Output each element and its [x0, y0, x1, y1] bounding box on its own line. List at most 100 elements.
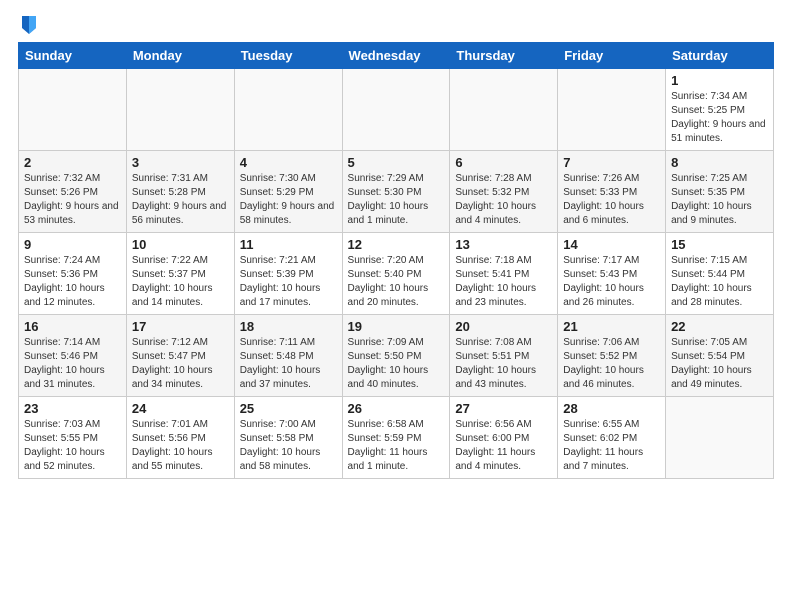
- day-cell: 25 Sunrise: 7:00 AM Sunset: 5:58 PM Dayli…: [234, 397, 342, 479]
- day-cell: 13 Sunrise: 7:18 AM Sunset: 5:41 PM Dayli…: [450, 233, 558, 315]
- day-number: 4: [240, 155, 337, 170]
- day-number: 20: [455, 319, 552, 334]
- day-info: Sunrise: 7:00 AM Sunset: 5:58 PM Dayligh…: [240, 418, 337, 474]
- day-info: Sunrise: 7:21 AM Sunset: 5:39 PM Dayligh…: [240, 254, 337, 310]
- day-number: 2: [24, 155, 121, 170]
- day-info: Sunrise: 6:56 AM Sunset: 6:00 PM Dayligh…: [455, 418, 552, 474]
- day-cell: 3 Sunrise: 7:31 AM Sunset: 5:28 PM Daylig…: [126, 151, 234, 233]
- day-cell: 15 Sunrise: 7:15 AM Sunset: 5:44 PM Dayli…: [666, 233, 774, 315]
- day-cell: 16 Sunrise: 7:14 AM Sunset: 5:46 PM Dayli…: [19, 315, 127, 397]
- day-info: Sunrise: 7:22 AM Sunset: 5:37 PM Dayligh…: [132, 254, 229, 310]
- day-cell: 21 Sunrise: 7:06 AM Sunset: 5:52 PM Dayli…: [558, 315, 666, 397]
- day-number: 28: [563, 401, 660, 416]
- day-info: Sunrise: 7:17 AM Sunset: 5:43 PM Dayligh…: [563, 254, 660, 310]
- day-cell: [19, 69, 127, 151]
- day-cell: 24Sunrise: 7:01 AM Sunset: 5:56 PM Dayli…: [126, 397, 234, 479]
- weekday-monday: Monday: [126, 43, 234, 69]
- day-cell: 28 Sunrise: 6:55 AM Sunset: 6:02 PM Dayli…: [558, 397, 666, 479]
- week-row-2: 2 Sunrise: 7:32 AM Sunset: 5:26 PM Daylig…: [19, 151, 774, 233]
- day-number: 25: [240, 401, 337, 416]
- day-number: 10: [132, 237, 229, 252]
- day-info: Sunrise: 7:24 AM Sunset: 5:36 PM Dayligh…: [24, 254, 121, 310]
- week-row-5: 23 Sunrise: 7:03 AM Sunset: 5:55 PM Dayli…: [19, 397, 774, 479]
- day-cell: [342, 69, 450, 151]
- day-info: Sunrise: 7:25 AM Sunset: 5:35 PM Dayligh…: [671, 172, 768, 228]
- day-info: Sunrise: 7:31 AM Sunset: 5:28 PM Dayligh…: [132, 172, 229, 228]
- day-number: 21: [563, 319, 660, 334]
- logo-icon: [20, 14, 38, 36]
- day-cell: 26 Sunrise: 6:58 AM Sunset: 5:59 PM Dayli…: [342, 397, 450, 479]
- day-cell: 4 Sunrise: 7:30 AM Sunset: 5:29 PM Daylig…: [234, 151, 342, 233]
- day-cell: 27 Sunrise: 6:56 AM Sunset: 6:00 PM Dayli…: [450, 397, 558, 479]
- week-row-4: 16 Sunrise: 7:14 AM Sunset: 5:46 PM Dayli…: [19, 315, 774, 397]
- day-cell: 11Sunrise: 7:21 AM Sunset: 5:39 PM Dayli…: [234, 233, 342, 315]
- weekday-sunday: Sunday: [19, 43, 127, 69]
- day-info: Sunrise: 7:18 AM Sunset: 5:41 PM Dayligh…: [455, 254, 552, 310]
- day-number: 8: [671, 155, 768, 170]
- day-cell: 6 Sunrise: 7:28 AM Sunset: 5:32 PM Daylig…: [450, 151, 558, 233]
- day-cell: [666, 397, 774, 479]
- day-number: 16: [24, 319, 121, 334]
- day-cell: [450, 69, 558, 151]
- day-number: 19: [348, 319, 445, 334]
- day-number: 1: [671, 73, 768, 88]
- day-number: 3: [132, 155, 229, 170]
- day-cell: 17Sunrise: 7:12 AM Sunset: 5:47 PM Dayli…: [126, 315, 234, 397]
- day-number: 26: [348, 401, 445, 416]
- day-info: Sunrise: 7:05 AM Sunset: 5:54 PM Dayligh…: [671, 336, 768, 392]
- weekday-header-row: SundayMondayTuesdayWednesdayThursdayFrid…: [19, 43, 774, 69]
- day-number: 12: [348, 237, 445, 252]
- day-info: Sunrise: 7:03 AM Sunset: 5:55 PM Dayligh…: [24, 418, 121, 474]
- day-info: Sunrise: 7:09 AM Sunset: 5:50 PM Dayligh…: [348, 336, 445, 392]
- calendar: SundayMondayTuesdayWednesdayThursdayFrid…: [18, 42, 774, 479]
- day-cell: 8 Sunrise: 7:25 AM Sunset: 5:35 PM Daylig…: [666, 151, 774, 233]
- header: [18, 10, 774, 36]
- day-cell: 1 Sunrise: 7:34 AM Sunset: 5:25 PM Daylig…: [666, 69, 774, 151]
- day-number: 22: [671, 319, 768, 334]
- day-cell: 5 Sunrise: 7:29 AM Sunset: 5:30 PM Daylig…: [342, 151, 450, 233]
- day-info: Sunrise: 7:08 AM Sunset: 5:51 PM Dayligh…: [455, 336, 552, 392]
- day-info: Sunrise: 7:12 AM Sunset: 5:47 PM Dayligh…: [132, 336, 229, 392]
- day-cell: 23 Sunrise: 7:03 AM Sunset: 5:55 PM Dayli…: [19, 397, 127, 479]
- day-cell: [234, 69, 342, 151]
- day-number: 6: [455, 155, 552, 170]
- day-info: Sunrise: 7:06 AM Sunset: 5:52 PM Dayligh…: [563, 336, 660, 392]
- week-row-3: 9 Sunrise: 7:24 AM Sunset: 5:36 PM Daylig…: [19, 233, 774, 315]
- day-number: 18: [240, 319, 337, 334]
- week-row-1: 1 Sunrise: 7:34 AM Sunset: 5:25 PM Daylig…: [19, 69, 774, 151]
- logo: [18, 14, 38, 36]
- day-info: Sunrise: 6:55 AM Sunset: 6:02 PM Dayligh…: [563, 418, 660, 474]
- day-info: Sunrise: 7:28 AM Sunset: 5:32 PM Dayligh…: [455, 172, 552, 228]
- weekday-friday: Friday: [558, 43, 666, 69]
- day-number: 23: [24, 401, 121, 416]
- day-info: Sunrise: 7:32 AM Sunset: 5:26 PM Dayligh…: [24, 172, 121, 228]
- day-number: 15: [671, 237, 768, 252]
- day-number: 7: [563, 155, 660, 170]
- day-cell: [126, 69, 234, 151]
- day-info: Sunrise: 7:34 AM Sunset: 5:25 PM Dayligh…: [671, 90, 768, 146]
- day-info: Sunrise: 7:15 AM Sunset: 5:44 PM Dayligh…: [671, 254, 768, 310]
- day-number: 13: [455, 237, 552, 252]
- page: SundayMondayTuesdayWednesdayThursdayFrid…: [0, 0, 792, 612]
- day-number: 5: [348, 155, 445, 170]
- weekday-saturday: Saturday: [666, 43, 774, 69]
- day-number: 27: [455, 401, 552, 416]
- day-cell: 7Sunrise: 7:26 AM Sunset: 5:33 PM Daylig…: [558, 151, 666, 233]
- day-cell: 10 Sunrise: 7:22 AM Sunset: 5:37 PM Dayli…: [126, 233, 234, 315]
- day-number: 14: [563, 237, 660, 252]
- day-info: Sunrise: 6:58 AM Sunset: 5:59 PM Dayligh…: [348, 418, 445, 474]
- weekday-thursday: Thursday: [450, 43, 558, 69]
- day-cell: 2 Sunrise: 7:32 AM Sunset: 5:26 PM Daylig…: [19, 151, 127, 233]
- day-info: Sunrise: 7:29 AM Sunset: 5:30 PM Dayligh…: [348, 172, 445, 228]
- day-cell: 20 Sunrise: 7:08 AM Sunset: 5:51 PM Dayli…: [450, 315, 558, 397]
- day-info: Sunrise: 7:20 AM Sunset: 5:40 PM Dayligh…: [348, 254, 445, 310]
- weekday-wednesday: Wednesday: [342, 43, 450, 69]
- day-cell: [558, 69, 666, 151]
- day-info: Sunrise: 7:14 AM Sunset: 5:46 PM Dayligh…: [24, 336, 121, 392]
- day-info: Sunrise: 7:11 AM Sunset: 5:48 PM Dayligh…: [240, 336, 337, 392]
- day-cell: 19 Sunrise: 7:09 AM Sunset: 5:50 PM Dayli…: [342, 315, 450, 397]
- day-number: 9: [24, 237, 121, 252]
- day-cell: 14 Sunrise: 7:17 AM Sunset: 5:43 PM Dayli…: [558, 233, 666, 315]
- day-info: Sunrise: 7:30 AM Sunset: 5:29 PM Dayligh…: [240, 172, 337, 228]
- day-cell: 9 Sunrise: 7:24 AM Sunset: 5:36 PM Daylig…: [19, 233, 127, 315]
